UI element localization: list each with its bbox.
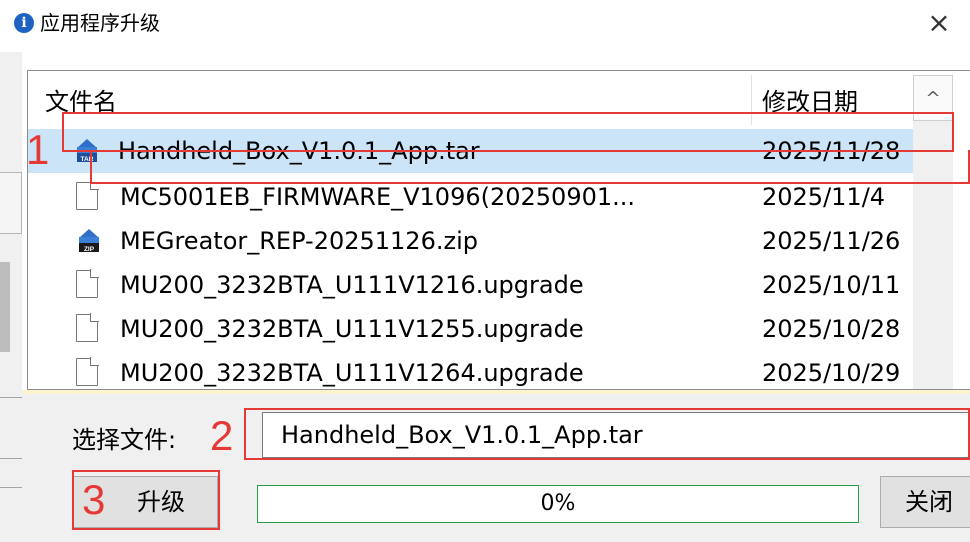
svg-text:ZIP: ZIP [84, 246, 95, 253]
title-bar: i 应用程序升级 × [0, 0, 970, 52]
file-name: MU200_3232BTA_U111V1264.upgrade [120, 359, 584, 387]
column-header-name[interactable]: 文件名 [45, 85, 117, 119]
file-name: MU200_3232BTA_U111V1216.upgrade [120, 271, 584, 299]
file-date: 2025/10/28 [762, 315, 901, 343]
close-button[interactable]: 关闭 [880, 476, 970, 528]
svg-text:TAR: TAR [81, 156, 94, 163]
tar-archive-icon: TAR [77, 139, 97, 163]
column-divider[interactable] [751, 75, 752, 125]
file-date: 2025/11/26 [762, 227, 901, 255]
file-icon [76, 313, 99, 342]
list-header: 文件名 修改日期 ^ [28, 71, 970, 127]
file-date: 2025/11/28 [762, 137, 901, 165]
background-control [0, 262, 10, 352]
file-name: Handheld_Box_V1.0.1_App.tar [118, 137, 480, 165]
annotation-number-1: 1 [26, 126, 50, 173]
file-icon [76, 269, 99, 298]
file-icon [76, 357, 99, 386]
file-name: MEGreator_REP-20251126.zip [120, 227, 478, 255]
selected-file-field[interactable]: Handheld_Box_V1.0.1_App.tar [262, 412, 970, 458]
upgrade-button-label: 升级 [137, 488, 185, 516]
file-row[interactable]: ZIP MEGreator_REP-20251126.zip 2025/11/2… [28, 219, 913, 263]
file-date: 2025/10/11 [762, 271, 901, 299]
window-title: 应用程序升级 [40, 11, 160, 35]
progress-bar: 0% [257, 485, 859, 523]
divider [22, 390, 970, 394]
bottom-panel: 选择文件: Handheld_Box_V1.0.1_App.tar 升级 0% … [22, 390, 970, 542]
annotation-number-2: 2 [210, 412, 234, 459]
file-row[interactable]: MU200_3232BTA_U111V1264.upgrade 2025/10/… [28, 351, 913, 389]
file-row-selected[interactable]: TAR Handheld_Box_V1.0.1_App.tar 2025/11/… [28, 129, 913, 173]
scroll-up-button[interactable]: ^ [913, 75, 953, 121]
progress-text: 0% [540, 491, 576, 516]
file-icon [76, 181, 99, 210]
file-name: MU200_3232BTA_U111V1255.upgrade [120, 315, 584, 343]
file-list[interactable]: 文件名 修改日期 ^ TAR Handheld_Box_V1.0.1_App.t… [27, 70, 970, 390]
file-row[interactable]: MU200_3232BTA_U111V1255.upgrade 2025/10/… [28, 307, 913, 351]
file-row[interactable]: MC5001EB_FIRMWARE_V1096(20250901... 2025… [28, 175, 913, 219]
file-date: 2025/11/4 [762, 183, 886, 211]
scrollbar-track[interactable] [913, 121, 953, 389]
file-name: MC5001EB_FIRMWARE_V1096(20250901... [120, 183, 636, 211]
close-button-label: 关闭 [905, 488, 953, 516]
file-row[interactable]: MU200_3232BTA_U111V1216.upgrade 2025/10/… [28, 263, 913, 307]
annotation-number-3: 3 [82, 476, 106, 523]
info-icon: i [14, 13, 34, 33]
close-icon[interactable]: × [922, 6, 956, 40]
file-date: 2025/10/29 [762, 359, 901, 387]
select-file-label: 选择文件: [72, 426, 177, 454]
background-control [0, 172, 22, 234]
zip-archive-icon: ZIP [79, 229, 99, 253]
column-header-date[interactable]: 修改日期 [762, 85, 858, 119]
background-window-strip [0, 52, 40, 542]
